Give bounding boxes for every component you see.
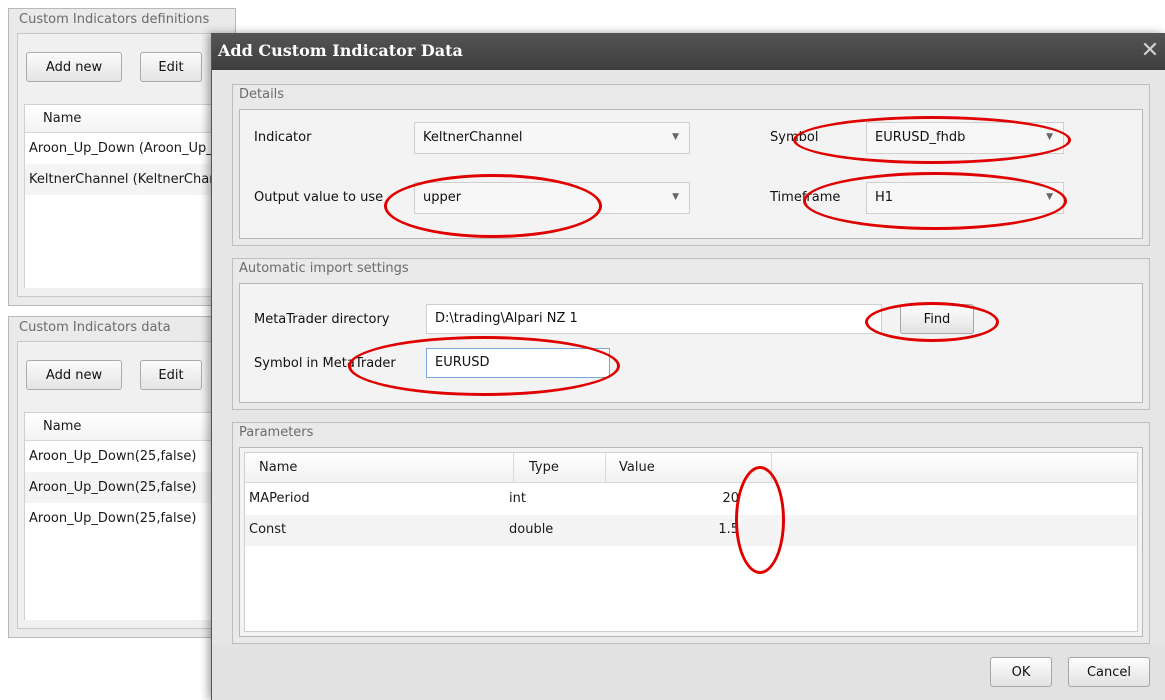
indicator-select-value: KeltnerChannel: [423, 130, 523, 145]
column-divider[interactable]: [605, 453, 606, 483]
list-item[interactable]: Aroon_Up_Down(25,false): [25, 441, 234, 472]
dialog-title-bar[interactable]: Add Custom Indicator Data ✕: [212, 33, 1165, 70]
indicator-label: Indicator: [254, 130, 312, 145]
close-icon[interactable]: ✕: [1137, 38, 1163, 64]
chevron-down-icon: ▼: [1046, 192, 1053, 202]
parameters-group: Parameters Name Type Value MAPeriod int …: [232, 422, 1150, 644]
symbol-select[interactable]: EURUSD_fhdb ▼: [866, 122, 1064, 154]
import-settings-title: Automatic import settings: [239, 261, 409, 276]
chevron-down-icon: ▼: [672, 132, 679, 142]
column-divider[interactable]: [771, 453, 772, 483]
output-value-select[interactable]: upper ▼: [414, 182, 690, 214]
find-button[interactable]: Find: [900, 304, 974, 334]
parameters-group-body: Name Type Value MAPeriod int 20 Const do…: [239, 447, 1143, 637]
column-header-value[interactable]: Value: [619, 460, 655, 475]
list-item[interactable]: Aroon_Up_Down(25,false): [25, 472, 234, 503]
output-value-select-value: upper: [423, 190, 462, 205]
definitions-column-name[interactable]: Name: [25, 105, 234, 133]
chevron-down-icon: ▼: [1046, 132, 1053, 142]
details-group: Details Indicator KeltnerChannel ▼ Symbo…: [232, 84, 1150, 246]
definitions-panel: Custom Indicators definitions Add new Ed…: [8, 8, 236, 306]
metatrader-directory-input[interactable]: D:\trading\Alpari NZ 1: [426, 304, 882, 334]
indicator-select[interactable]: KeltnerChannel ▼: [414, 122, 690, 154]
parameter-value[interactable]: 1.5: [679, 522, 739, 537]
table-row[interactable]: Const double 1.5: [245, 515, 1137, 546]
data-panel-title: Custom Indicators data: [19, 320, 171, 335]
parameters-table-header: Name Type Value: [245, 453, 1137, 483]
add-custom-indicator-dialog: Add Custom Indicator Data ✕ Details Indi…: [211, 33, 1165, 700]
definitions-list: Name Aroon_Up_Down (Aroon_Up_Down) Keltn…: [24, 104, 234, 288]
table-row[interactable]: MAPeriod int 20: [245, 484, 1137, 515]
list-item[interactable]: Aroon_Up_Down(25,false): [25, 503, 234, 534]
data-panel-body: Add new Edit Name Aroon_Up_Down(25,false…: [17, 341, 235, 629]
ok-button[interactable]: OK: [990, 657, 1052, 687]
timeframe-select[interactable]: H1 ▼: [866, 182, 1064, 214]
parameters-group-title: Parameters: [239, 425, 314, 440]
symbol-select-value: EURUSD_fhdb: [875, 130, 966, 145]
column-divider[interactable]: [513, 453, 514, 483]
data-panel: Custom Indicators data Add new Edit Name…: [8, 316, 236, 638]
output-value-label: Output value to use: [254, 190, 384, 205]
data-column-name[interactable]: Name: [25, 413, 234, 441]
dialog-footer: OK Cancel: [212, 644, 1165, 700]
parameter-name: MAPeriod: [249, 491, 310, 506]
timeframe-label: Timeframe: [770, 190, 841, 205]
symbol-in-metatrader-label: Symbol in MetaTrader: [254, 356, 396, 371]
parameters-table: Name Type Value MAPeriod int 20 Const do…: [244, 452, 1138, 632]
parameter-value[interactable]: 20: [679, 491, 739, 506]
import-settings-body: MetaTrader directory D:\trading\Alpari N…: [239, 283, 1143, 403]
definitions-add-new-button[interactable]: Add new: [26, 52, 122, 82]
parameter-name: Const: [249, 522, 287, 537]
column-header-type[interactable]: Type: [529, 460, 559, 475]
metatrader-directory-label: MetaTrader directory: [254, 312, 390, 327]
parameter-type: int: [509, 491, 526, 506]
data-edit-button[interactable]: Edit: [140, 360, 202, 390]
symbol-label: Symbol: [770, 130, 819, 145]
definitions-panel-title: Custom Indicators definitions: [19, 12, 210, 27]
import-settings-group: Automatic import settings MetaTrader dir…: [232, 258, 1150, 410]
chevron-down-icon: ▼: [672, 192, 679, 202]
cancel-button[interactable]: Cancel: [1068, 657, 1150, 687]
parameter-type: double: [509, 522, 554, 537]
timeframe-select-value: H1: [875, 190, 894, 205]
symbol-in-metatrader-input[interactable]: EURUSD: [426, 348, 610, 378]
list-item[interactable]: KeltnerChannel (KeltnerChannel): [25, 164, 234, 195]
column-header-name[interactable]: Name: [259, 460, 297, 475]
data-list: Name Aroon_Up_Down(25,false) Aroon_Up_Do…: [24, 412, 234, 620]
dialog-title: Add Custom Indicator Data: [218, 41, 463, 60]
data-add-new-button[interactable]: Add new: [26, 360, 122, 390]
details-group-title: Details: [239, 87, 285, 102]
list-item[interactable]: Aroon_Up_Down (Aroon_Up_Down): [25, 133, 234, 164]
definitions-edit-button[interactable]: Edit: [140, 52, 202, 82]
details-group-body: Indicator KeltnerChannel ▼ Symbol EURUSD…: [239, 109, 1143, 239]
definitions-panel-body: Add new Edit Name Aroon_Up_Down (Aroon_U…: [17, 33, 235, 297]
